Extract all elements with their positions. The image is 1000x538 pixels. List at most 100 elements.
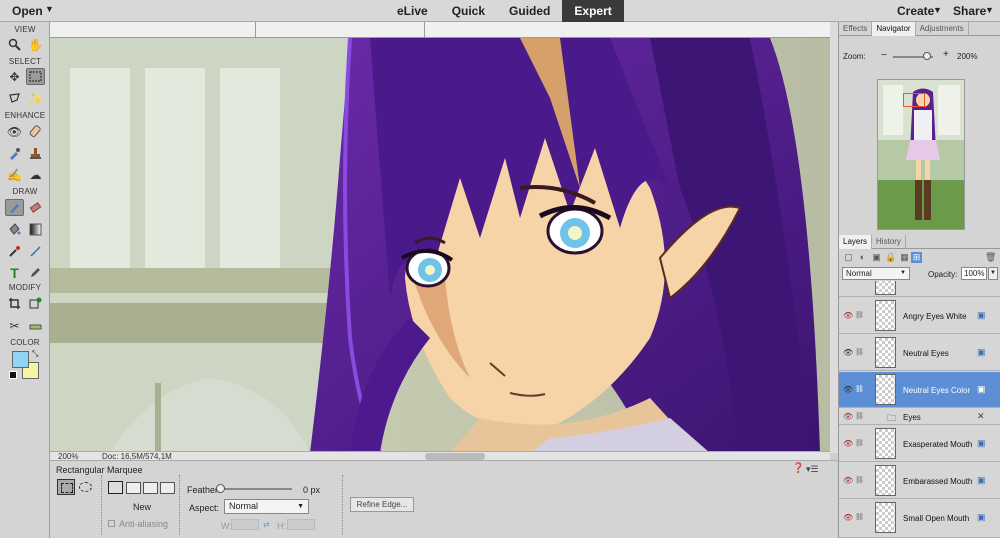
visibility-off-icon[interactable]: 👁 bbox=[843, 476, 853, 485]
visibility-off-icon[interactable]: 👁 bbox=[843, 513, 853, 522]
spot-healing-tool-icon[interactable] bbox=[26, 123, 45, 140]
layer-style-icon[interactable]: ▣ bbox=[977, 384, 986, 395]
type-tool-icon[interactable]: T bbox=[5, 264, 24, 281]
paint-bucket-tool-icon[interactable] bbox=[5, 221, 24, 238]
intersect-selection-button[interactable] bbox=[160, 482, 175, 494]
zoom-tool-icon[interactable] bbox=[5, 36, 24, 53]
eyedropper-tool-icon[interactable] bbox=[5, 243, 24, 260]
gradient-tool-icon[interactable] bbox=[26, 221, 45, 238]
delete-layer-icon[interactable]: 🗑 bbox=[985, 252, 996, 263]
blur-tool-icon[interactable]: ✍ bbox=[5, 166, 24, 183]
new-layer-icon[interactable]: ▢ bbox=[843, 252, 854, 263]
mode-guided[interactable]: Guided bbox=[497, 0, 562, 22]
recompose-tool-icon[interactable] bbox=[26, 295, 45, 312]
mode-elive[interactable]: eLive bbox=[385, 0, 440, 22]
layer-row[interactable]: 👁 ⛓ Embarassed Mouth ▣ bbox=[839, 463, 1000, 499]
share-button[interactable]: Share bbox=[953, 4, 986, 18]
add-to-selection-button[interactable] bbox=[126, 482, 141, 494]
rectangular-marquee-tool-icon[interactable] bbox=[26, 68, 45, 85]
navigator-preview[interactable] bbox=[877, 79, 965, 230]
layer-row[interactable]: 👁 ⛓ Angry Eyes White ▣ bbox=[839, 298, 1000, 334]
sponge-tool-icon[interactable]: ☁ bbox=[26, 166, 45, 183]
red-eye-tool-icon[interactable]: 👁 bbox=[5, 123, 24, 140]
pencil-tool-icon[interactable] bbox=[26, 264, 45, 281]
blend-mode-select[interactable]: Normal ▼ bbox=[842, 267, 910, 280]
swap-dimensions-icon[interactable]: ⇄ bbox=[263, 520, 270, 529]
new-selection-mode-button[interactable] bbox=[108, 481, 123, 494]
layer-style-icon[interactable]: ▣ bbox=[977, 347, 986, 358]
content-aware-move-tool-icon[interactable]: ✂ bbox=[5, 317, 24, 334]
subtract-from-selection-button[interactable] bbox=[143, 482, 158, 494]
mode-quick[interactable]: Quick bbox=[440, 0, 497, 22]
group-style-icon[interactable]: ✕ bbox=[977, 411, 985, 422]
link-icon: ⛓ bbox=[855, 440, 864, 447]
swap-colors-icon[interactable]: ⤡ bbox=[32, 349, 38, 359]
line-tool-icon[interactable] bbox=[26, 243, 45, 260]
default-colors-icon[interactable] bbox=[9, 371, 17, 379]
adjustment-layer-icon[interactable]: ◐ bbox=[857, 252, 868, 263]
visibility-on-icon[interactable]: 👁 bbox=[843, 385, 853, 394]
open-dropdown-icon[interactable]: ▼ bbox=[45, 4, 54, 14]
straighten-tool-icon[interactable] bbox=[26, 317, 45, 334]
refine-edge-button[interactable]: Refine Edge... bbox=[350, 497, 414, 512]
navigator-view-box[interactable] bbox=[903, 93, 925, 107]
tab-history[interactable]: History bbox=[872, 235, 906, 249]
create-dropdown-icon[interactable]: ▼ bbox=[933, 5, 942, 15]
eraser-tool-icon[interactable] bbox=[26, 199, 45, 216]
tab-layers[interactable]: Layers bbox=[839, 235, 873, 249]
layer-row[interactable]: 👁 ⛓ Neutral Eyes ▣ bbox=[839, 335, 1000, 371]
opacity-dropdown-icon[interactable]: ▼ bbox=[988, 267, 998, 280]
feather-slider-handle[interactable] bbox=[216, 484, 225, 493]
width-field[interactable] bbox=[231, 519, 259, 530]
options-menu-icon[interactable]: ▾☰ bbox=[806, 464, 819, 475]
tab-effects[interactable]: Effects bbox=[839, 22, 873, 36]
aspect-select[interactable]: Normal ▼ bbox=[224, 499, 309, 514]
canvas-vertical-scrollbar[interactable] bbox=[830, 22, 838, 453]
brush-tool-icon[interactable] bbox=[5, 199, 24, 216]
anti-aliasing-checkbox[interactable] bbox=[108, 520, 115, 527]
crop-tool-icon[interactable] bbox=[5, 295, 24, 312]
layer-mask-icon[interactable]: ▣ bbox=[871, 252, 882, 263]
lasso-tool-icon[interactable] bbox=[5, 90, 24, 107]
share-dropdown-icon[interactable]: ▼ bbox=[985, 5, 994, 15]
layer-style-icon[interactable]: ▣ bbox=[977, 438, 986, 449]
feather-slider-track[interactable] bbox=[217, 488, 292, 490]
mode-expert[interactable]: Expert bbox=[562, 0, 624, 22]
visibility-on-icon[interactable]: 👁 bbox=[843, 348, 853, 357]
layer-row-selected[interactable]: 👁 ⛓ Neutral Eyes Color ▣ bbox=[839, 372, 1000, 408]
height-field[interactable] bbox=[287, 519, 315, 530]
tab-adjustments[interactable]: Adjustments bbox=[916, 22, 969, 36]
open-button[interactable]: Open bbox=[12, 4, 43, 18]
visibility-off-icon[interactable]: 👁 bbox=[843, 439, 853, 448]
lock-all-icon[interactable]: 🔒 bbox=[885, 252, 896, 263]
link-layers-icon[interactable]: ⊞ bbox=[911, 252, 922, 263]
move-tool-icon[interactable]: ✥ bbox=[5, 68, 24, 85]
zoom-out-icon[interactable]: − bbox=[881, 50, 887, 61]
layer-style-icon[interactable]: ▣ bbox=[977, 512, 986, 523]
clone-stamp-tool-icon[interactable] bbox=[26, 145, 45, 162]
lock-transparent-icon[interactable]: ▦ bbox=[899, 252, 910, 263]
visibility-off-icon[interactable]: 👁 bbox=[843, 412, 853, 421]
visibility-off-icon[interactable]: 👁 bbox=[843, 311, 853, 320]
tab-navigator[interactable]: Navigator bbox=[872, 22, 916, 36]
layer-style-icon[interactable]: ▣ bbox=[977, 310, 986, 321]
layer-row-partial[interactable] bbox=[839, 281, 1000, 297]
help-icon[interactable]: ❓ bbox=[792, 463, 804, 474]
document-canvas[interactable] bbox=[50, 22, 830, 453]
layer-row[interactable]: 👁 ⛓ Small Open Mouth ▣ bbox=[839, 500, 1000, 538]
rectangular-marquee-option[interactable] bbox=[57, 479, 75, 495]
mode-switcher: eLive Quick Guided Expert bbox=[385, 0, 624, 22]
magic-wand-tool-icon[interactable]: ✨ bbox=[26, 90, 45, 107]
hand-tool-icon[interactable]: ✋ bbox=[26, 36, 45, 53]
foreground-color-swatch[interactable] bbox=[12, 351, 29, 368]
elliptical-marquee-option[interactable] bbox=[79, 482, 92, 492]
smart-brush-tool-icon[interactable] bbox=[5, 145, 24, 162]
layer-style-icon[interactable]: ▣ bbox=[977, 475, 986, 486]
canvas-horizontal-scrollbar[interactable] bbox=[425, 453, 485, 460]
zoom-in-icon[interactable]: + bbox=[943, 49, 949, 60]
opacity-input[interactable]: 100% bbox=[961, 267, 987, 280]
layer-row[interactable]: 👁 ⛓ Exasperated Mouth ▣ bbox=[839, 426, 1000, 462]
layer-group-row[interactable]: 👁 ⛓ 🗀 Eyes ✕ bbox=[839, 409, 1000, 425]
create-button[interactable]: Create bbox=[897, 4, 934, 18]
navigator-zoom-handle[interactable] bbox=[923, 52, 931, 60]
